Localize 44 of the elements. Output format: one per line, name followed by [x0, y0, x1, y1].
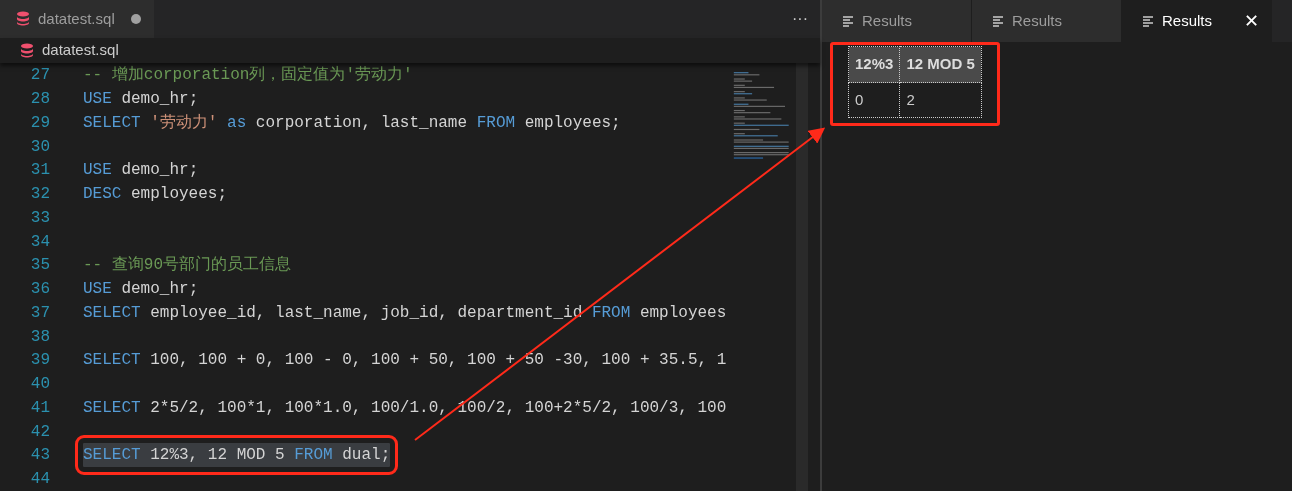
database-icon: [20, 42, 34, 58]
more-actions-button[interactable]: ···: [780, 0, 820, 38]
line-number: 35: [29, 255, 50, 277]
line-number: 37: [29, 302, 50, 324]
lines-icon: [842, 15, 854, 27]
line-number: 40: [29, 374, 50, 396]
lines-icon: [992, 15, 1004, 27]
column-header: 12%3: [848, 46, 900, 83]
line-number: 31: [29, 160, 50, 182]
code-line: SELECT 2*5/2, 100*1, 100*1.0, 100/1.0, 100/2, 100+2*5/2, 100/3, 100: [83, 397, 727, 419]
database-icon: [16, 11, 30, 27]
code-line: SELECT 100, 100 + 0, 100 - 0, 100 + 50, 100 + 50 -30, 100 + 35.5, 1: [83, 350, 727, 372]
code-line: SELECT '劳动力' as corporation, last_name FROM employees;: [83, 112, 621, 134]
results-tab[interactable]: Results: [972, 0, 1122, 42]
results-tab[interactable]: Results: [822, 0, 972, 42]
code-line: USE demo_hr;: [83, 89, 199, 111]
line-number: 27: [29, 65, 50, 87]
line-number: 44: [29, 469, 50, 491]
line-number: 32: [29, 184, 50, 206]
code-line: USE demo_hr;: [83, 279, 199, 301]
line-number: 42: [29, 421, 50, 443]
line-number: 41: [29, 397, 50, 419]
line-number: 39: [29, 350, 50, 372]
line-number: 33: [29, 207, 50, 229]
code-line: -- 增加corporation列，固定值为'劳动力': [83, 65, 413, 87]
editor-tab[interactable]: datatest.sql: [0, 0, 154, 38]
line-number: 36: [29, 279, 50, 301]
line-number: 29: [29, 112, 50, 134]
breadcrumb[interactable]: datatest.sql: [42, 38, 119, 62]
code-line: USE demo_hr;: [83, 160, 199, 182]
line-number: 43: [29, 445, 50, 467]
table-cell: 2: [899, 82, 982, 118]
results-tab[interactable]: Results ✕: [1122, 0, 1272, 42]
close-button[interactable]: ✕: [1240, 7, 1263, 35]
line-number: 34: [29, 231, 50, 253]
code-line: -- 查询90号部门的员工信息: [83, 254, 291, 277]
code-line: DESC employees;: [83, 184, 228, 206]
line-number: 28: [29, 89, 50, 111]
code-line: SELECT employee_id, last_name, job_id, department_id FROM employees: [83, 302, 727, 324]
table-cell: 0: [848, 82, 900, 118]
lines-icon: [1142, 15, 1154, 27]
line-number: 30: [29, 136, 50, 158]
line-number: 38: [29, 326, 50, 348]
column-header: 12 MOD 5: [899, 46, 982, 83]
